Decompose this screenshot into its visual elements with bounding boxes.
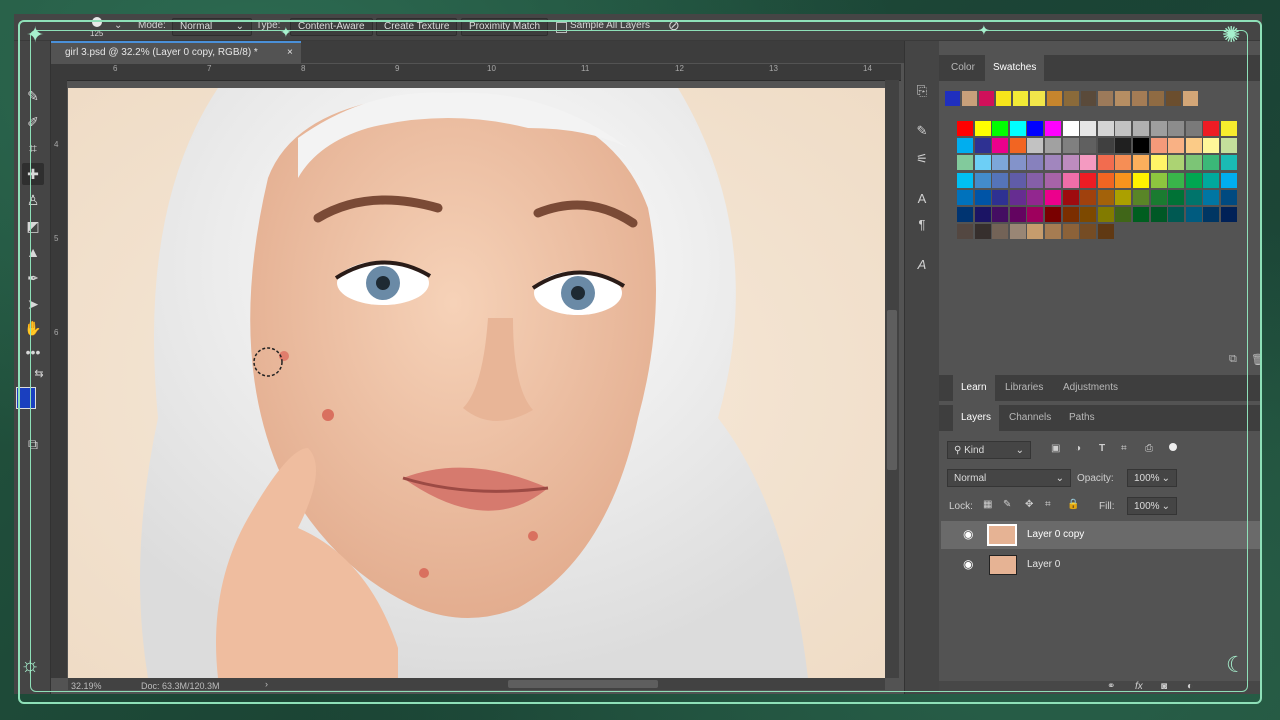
- decorative-frame-inner: [30, 30, 1248, 692]
- sparkle-icon: ✦: [978, 22, 990, 38]
- moon-icon: ☾: [1226, 652, 1246, 677]
- sparkle-icon: ✦: [26, 22, 45, 47]
- sun-icon: ✺: [1222, 22, 1241, 47]
- sun-icon: ☼: [20, 652, 41, 677]
- sparkle-icon: ✦: [280, 24, 292, 40]
